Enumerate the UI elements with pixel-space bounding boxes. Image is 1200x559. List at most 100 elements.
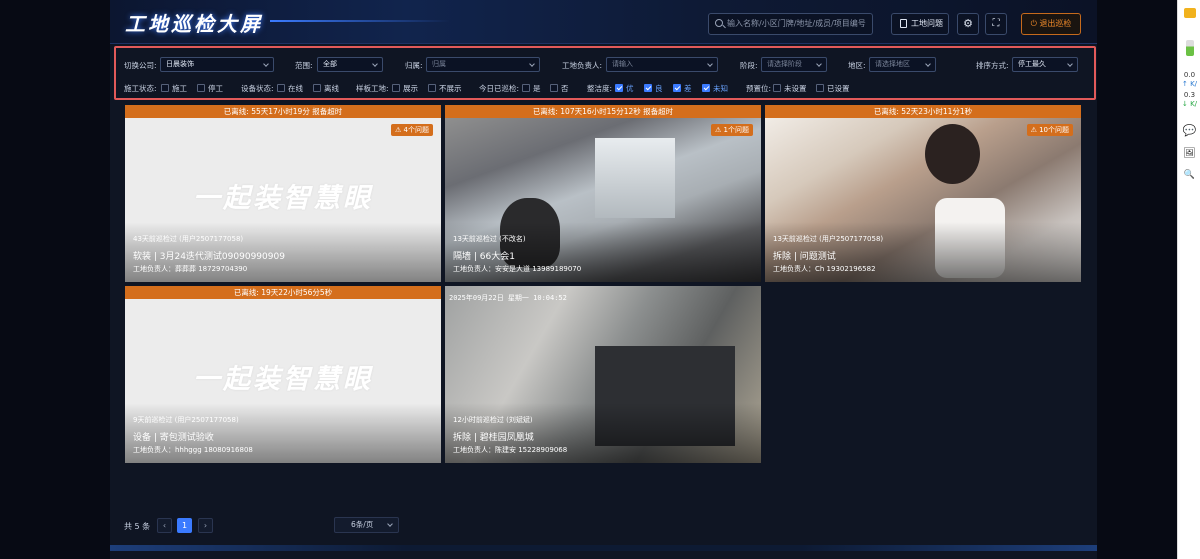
patrolled-label: 今日已巡检: [479,84,520,93]
checkbox-not-set[interactable] [773,84,781,92]
site-name: 设备 | 寄包测试验收 [133,433,214,443]
checkbox-offline[interactable] [313,84,321,92]
chevron-down-icon [372,61,378,67]
issue-count: 1个问题 [723,126,749,134]
stage-label: 阶段: [740,61,758,70]
site-manager: 工地负责人：Ch 19302196582 [773,265,876,273]
issue-count: 10个问题 [1039,126,1069,134]
tidy-label: 整洁度: [587,84,613,93]
site-card[interactable]: 2025年09月22日 星期一 10:04:52 12小时前巡检过 (刘斌斌) … [445,286,761,463]
sort-select[interactable]: 停工最久 [1012,57,1078,72]
net-unit-1: K/ [1190,80,1198,88]
checkbox-poor[interactable] [673,84,681,92]
option-offline: 离线 [324,84,339,93]
site-manager: 工地负责人：安安是大道 13989189070 [453,265,582,273]
construction-label: 施工状态: [124,84,157,93]
sort-value: 停工最久 [1018,60,1046,68]
belong-select[interactable]: 归属 [426,57,540,72]
checkbox-no[interactable] [550,84,558,92]
net-speed-2: 0.3 [1183,91,1196,99]
browser-sidebar: 0.0 ↑ K/ 0.3 ↓ K/ 💬 🖼 🔍 [1177,0,1200,559]
camera-snapshot: ⚠ 10个问题 13天前巡检过 (用户2507177058) 拆除 | 问题测试… [765,118,1081,282]
page-size-select[interactable]: 6条/页 [334,517,399,533]
checkbox-good[interactable] [644,84,652,92]
preset-label: 预置位: [746,84,772,93]
manager-select[interactable]: 请输入 [606,57,718,72]
search-icon[interactable]: 🔍 [1178,170,1200,180]
sample-label: 样板工地: [356,84,389,93]
settings-button[interactable]: ⚙ [957,13,979,35]
issue-badge[interactable]: ⚠ 10个问题 [1026,124,1073,136]
checkbox-yes[interactable] [522,84,530,92]
patrol-info: 12小时前巡检过 (刘斌斌) [453,416,533,424]
offline-status-bar: 已离线: 52天23小时11分1秒 [765,105,1081,118]
checkbox-construction[interactable] [161,84,169,92]
checkbox-show[interactable] [392,84,400,92]
option-hide: 不展示 [439,84,462,93]
option-yes: 是 [533,84,541,93]
patrol-info: 43天前巡检过 (用户2507177058) [133,235,244,243]
gear-icon: ⚙ [963,17,973,30]
option-not-set: 未设置 [784,84,807,93]
option-good: 良 [655,84,663,93]
option-stopped: 停工 [208,84,223,93]
checkbox-online[interactable] [277,84,285,92]
prev-page-button[interactable]: ‹ [157,518,172,533]
issue-badge[interactable]: ⚠ 4个问题 [391,124,433,136]
checkbox-hide[interactable] [428,84,436,92]
option-construction: 施工 [172,84,187,93]
option-online: 在线 [288,84,303,93]
checkbox-set[interactable] [816,84,824,92]
scope-label: 范围: [295,61,313,70]
site-card[interactable]: 已离线: 107天16小时15分12秒 报备超时 ⚠ 1个问题 13天前巡检过 … [445,105,761,282]
document-icon [900,19,907,28]
inspection-dashboard: 工地巡检大屏 输入名称/小区门牌/地址/成员/项目编号 工地问题 ⚙ ⛶ ⏻ 退… [110,0,1097,559]
site-card[interactable]: 已离线: 52天23小时11分1秒 ⚠ 10个问题 13天前巡检过 (用户250… [765,105,1081,282]
next-page-button[interactable]: › [198,518,213,533]
belong-label: 归属: [405,61,423,70]
option-set: 已设置 [827,84,850,93]
option-poor: 差 [684,84,692,93]
option-show: 展示 [403,84,418,93]
issue-count: 4个问题 [403,126,429,134]
issue-badge[interactable]: ⚠ 1个问题 [711,124,753,136]
app-icon[interactable] [1178,8,1200,22]
camera-placeholder: 一起装智慧眼 9天前巡检过 (用户2507177058) 设备 | 寄包测试验收… [125,299,441,463]
net-speed-1: 0.0 [1183,71,1196,79]
chevron-down-icon [816,61,822,67]
company-value: 日晨装饰 [166,60,194,68]
manager-placeholder: 请输入 [612,60,633,68]
region-label: 地区: [848,61,866,70]
checkbox-stopped[interactable] [197,84,205,92]
chat-icon[interactable]: 💬 [1178,124,1200,137]
image-icon[interactable]: 🖼 [1178,148,1200,159]
person-shape [925,124,980,184]
left-margin [0,0,110,559]
camera-placeholder: 一起装智慧眼 ⚠ 4个问题 43天前巡检过 (用户2507177058) 软装 … [125,118,441,282]
stage-placeholder: 请选择阶段 [767,60,802,68]
stage-select[interactable]: 请选择阶段 [761,57,827,72]
search-icon [715,19,723,27]
fullscreen-button[interactable]: ⛶ [985,13,1007,35]
total-count: 共 5 条 [124,522,151,531]
watermark: 一起装智慧眼 [193,183,373,214]
sort-label: 排序方式: [976,61,1009,70]
chevron-down-icon [387,521,393,527]
page-1-button[interactable]: 1 [177,518,192,533]
region-select[interactable]: 请选择地区 [869,57,936,72]
site-issues-label: 工地问题 [911,19,943,28]
exit-inspection-button[interactable]: ⏻ 退出巡检 [1021,13,1081,35]
header: 工地巡检大屏 输入名称/小区门牌/地址/成员/项目编号 工地问题 ⚙ ⛶ ⏻ 退… [110,0,1097,44]
site-name: 拆除 | 碧桂园凤凰城 [453,433,534,443]
site-card[interactable]: 已离线: 19天22小时56分5秒 一起装智慧眼 9天前巡检过 (用户25071… [125,286,441,463]
net-unit-2: K/ [1190,100,1198,108]
search-input[interactable]: 输入名称/小区门牌/地址/成员/项目编号 [708,13,873,35]
checkbox-unknown[interactable] [702,84,710,92]
scope-select[interactable]: 全部 [317,57,383,72]
company-select[interactable]: 日晨装饰 [160,57,274,72]
site-name: 软装 | 3月24迭代测试09090990909 [133,252,285,262]
site-issues-button[interactable]: 工地问题 [891,13,949,35]
site-card[interactable]: 已离线: 55天17小时19分 报备超时 一起装智慧眼 ⚠ 4个问题 43天前巡… [125,105,441,282]
corridor-shape [595,138,675,218]
checkbox-excellent[interactable] [615,84,623,92]
